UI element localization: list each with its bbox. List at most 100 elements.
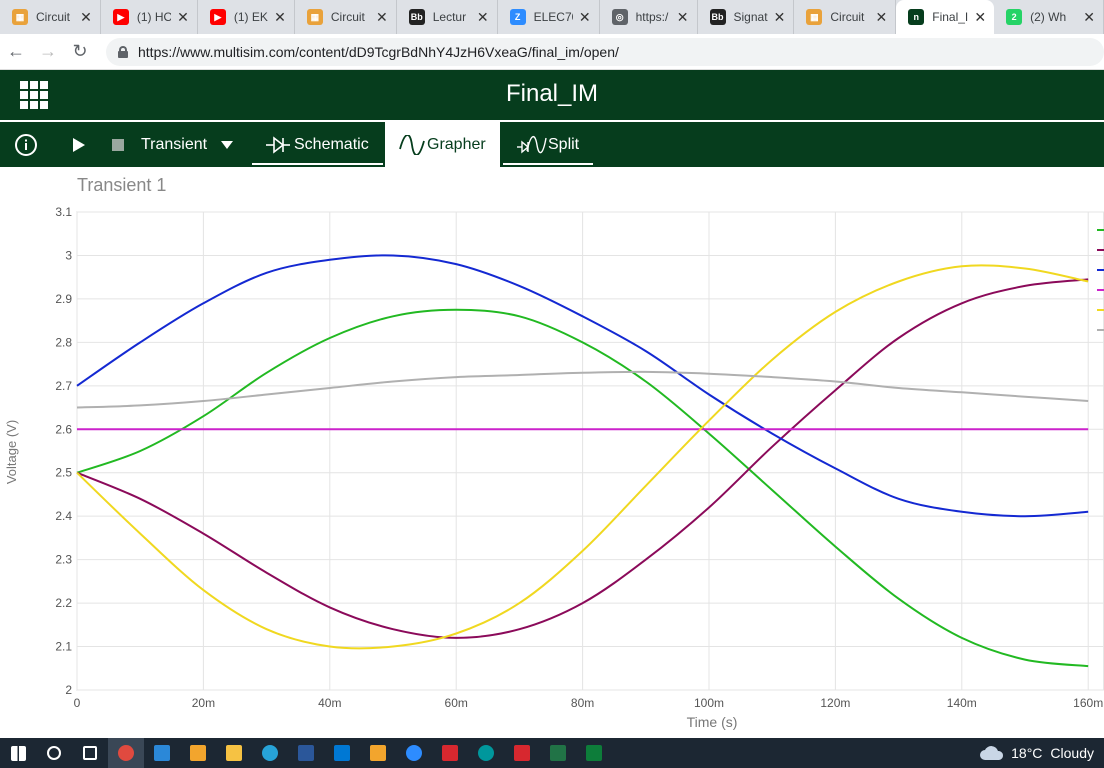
close-tab-icon[interactable]: ✕ <box>376 9 388 26</box>
youtube-icon: ▶ <box>112 9 129 25</box>
y-tick-label: 3 <box>65 248 72 262</box>
excel-icon[interactable] <box>540 738 576 768</box>
weather-widget[interactable]: 18°C Cloudy <box>979 738 1094 768</box>
transient-chart[interactable]: Transient 1 Voltage (V) Time (s) 2 2.1 2.2… <box>0 167 1104 738</box>
split-icon <box>517 135 547 153</box>
browser-tab-strip: ▦ Circuit ✕ ▶ (1) HO ✕ ▶ (1) EKL ✕ ▦ Circuit ✕ Bb Lec… <box>0 0 1104 34</box>
browser-tab[interactable]: ▶ (1) HO ✕ <box>101 0 198 34</box>
browser-tab[interactable]: n Final_I ✕ <box>896 0 995 34</box>
app-icon[interactable] <box>180 738 216 768</box>
zoom-icon[interactable] <box>396 738 432 768</box>
close-tab-icon[interactable]: ✕ <box>177 9 189 26</box>
close-tab-icon[interactable]: ✕ <box>80 9 92 26</box>
browser-tab[interactable]: ▦ Circuit ✕ <box>0 0 101 34</box>
browser-tab[interactable]: Z ELEC70 ✕ <box>498 0 600 34</box>
close-tab-icon[interactable]: ✕ <box>774 9 786 26</box>
browser-tab[interactable]: ◎ https:/ ✕ <box>600 0 698 34</box>
store-icon[interactable] <box>144 738 180 768</box>
y-tick-label: 3.1 <box>55 205 72 219</box>
mode-label: Schematic <box>294 135 369 153</box>
x-tick-label: 80m <box>571 696 594 710</box>
cloud-icon <box>980 746 1004 760</box>
x-tick-label: 140m <box>947 696 977 710</box>
design-title: Final_IM <box>505 80 599 107</box>
pdf-icon[interactable] <box>504 738 540 768</box>
close-tab-icon[interactable]: ✕ <box>876 9 888 26</box>
tab-title: Lectur <box>432 10 467 24</box>
y-tick-label: 2.5 <box>55 466 72 480</box>
task-view-icon[interactable] <box>72 738 108 768</box>
x-axis-label: Time (s) <box>687 714 738 730</box>
mode-label: Grapher <box>427 135 486 153</box>
run-simulation-icon[interactable] <box>72 122 86 167</box>
start-icon[interactable] <box>0 738 36 768</box>
blackboard-icon: Bb <box>408 9 425 25</box>
reload-icon[interactable]: ↻ <box>64 41 96 62</box>
browser-tab[interactable]: ▶ (1) EKL ✕ <box>198 0 295 34</box>
app-toolbar: Transient Schematic Grapher Split <box>0 120 1104 167</box>
mode-label: Split <box>548 135 580 153</box>
close-tab-icon[interactable]: ✕ <box>274 9 286 26</box>
mail-icon[interactable] <box>324 738 360 768</box>
x-tick-label: 100m <box>694 696 724 710</box>
info-icon[interactable] <box>14 122 38 167</box>
tab-title: (2) Wh <box>1030 10 1067 24</box>
close-tab-icon[interactable]: ✕ <box>477 9 489 26</box>
url-field[interactable]: https://www.multisim.com/content/dD9Tcgr… <box>106 37 1104 66</box>
schematic-icon <box>266 135 290 154</box>
x-tick-label: 40m <box>318 696 341 710</box>
zoom-icon: Z <box>509 9 526 25</box>
close-tab-icon[interactable]: ✕ <box>1083 9 1095 26</box>
browser-tab[interactable]: Bb Lectur ✕ <box>397 0 498 34</box>
analysis-type-dropdown[interactable]: Transient <box>141 122 234 167</box>
multisim-icon: ▦ <box>306 9 323 25</box>
multisim-icon[interactable] <box>576 738 612 768</box>
url-text: https://www.multisim.com/content/dD9Tcgr… <box>138 43 619 60</box>
close-tab-icon[interactable]: ✕ <box>974 9 986 26</box>
weather-text: Cloudy <box>1050 745 1094 761</box>
y-axis-label: Voltage (V) <box>4 420 19 484</box>
whatsapp-icon: 2 <box>1006 9 1023 25</box>
multisim-logo-icon: n <box>908 9 925 25</box>
arduino-icon[interactable] <box>468 738 504 768</box>
browser-tab[interactable]: ▦ Circuit ✕ <box>295 0 397 34</box>
y-tick-label: 2.1 <box>55 640 72 654</box>
close-tab-icon[interactable]: ✕ <box>579 9 591 26</box>
x-tick-label: 0 <box>74 696 81 710</box>
app-icon[interactable] <box>360 738 396 768</box>
y-tick-label: 2.2 <box>55 596 72 610</box>
chrome-icon[interactable] <box>108 738 144 768</box>
y-tick-label: 2.4 <box>55 509 72 523</box>
close-tab-icon[interactable]: ✕ <box>677 9 689 26</box>
word-icon[interactable] <box>288 738 324 768</box>
browser-tab[interactable]: Bb Signat ✕ <box>698 0 795 34</box>
x-tick-label: 20m <box>192 696 215 710</box>
y-tick-label: 2.7 <box>55 379 72 393</box>
blackboard-icon: Bb <box>709 9 726 25</box>
app-header: Final_IM <box>0 70 1104 120</box>
analysis-type-label: Transient <box>141 135 208 153</box>
y-tick-label: 2.3 <box>55 553 72 567</box>
browser-address-bar: ← → ↻ https://www.multisim.com/content/d… <box>0 34 1104 70</box>
edge-icon[interactable] <box>252 738 288 768</box>
mode-tab-split[interactable]: Split <box>503 122 594 167</box>
mode-tab-schematic[interactable]: Schematic <box>252 122 383 167</box>
stop-simulation-icon[interactable] <box>112 122 124 167</box>
y-tick-label: 2.6 <box>55 422 72 436</box>
mode-tab-grapher[interactable]: Grapher <box>385 122 500 167</box>
sine-wave-icon <box>399 134 425 155</box>
x-tick-label: 160m <box>1073 696 1103 710</box>
grapher-panel: Transient 1 Voltage (V) Time (s) 2 2.1 2.2… <box>0 167 1104 738</box>
acrobat-icon[interactable] <box>432 738 468 768</box>
tab-title: (1) EKL <box>233 10 268 24</box>
browser-tab[interactable]: 2 (2) Wh ✕ <box>994 0 1104 34</box>
file-explorer-icon[interactable] <box>216 738 252 768</box>
forward-arrow-icon[interactable]: → <box>32 41 64 62</box>
windows-taskbar: 18°C Cloudy <box>0 738 1104 768</box>
weather-temp: 18°C <box>1011 745 1043 761</box>
search-icon[interactable] <box>36 738 72 768</box>
plot-area <box>76 211 1104 691</box>
back-arrow-icon[interactable]: ← <box>0 41 32 62</box>
lock-icon <box>118 45 128 58</box>
browser-tab[interactable]: ▦ Circuit ✕ <box>794 0 897 34</box>
